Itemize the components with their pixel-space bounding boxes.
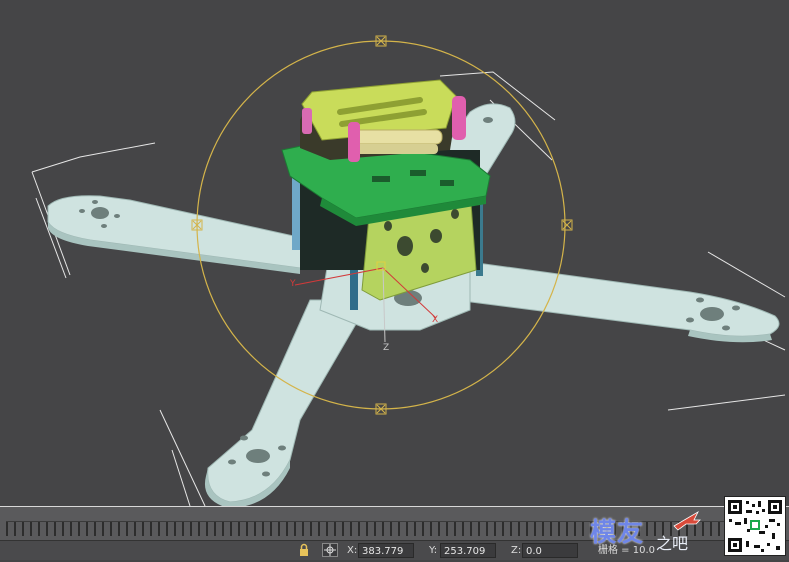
viewport-scene: Y X Z <box>31 35 786 506</box>
3d-viewport[interactable]: Y X Z <box>0 0 789 506</box>
qr-code <box>724 496 786 556</box>
y-coordinate-field[interactable]: 253.709 <box>440 543 496 558</box>
axis-y-label: Y <box>289 279 296 289</box>
z-coordinate-label: Z: <box>511 545 522 556</box>
watermark-text: 模友 <box>590 518 645 548</box>
watermark-logo: 模友 之吧 <box>586 508 706 556</box>
y-coordinate-label: Y: <box>429 545 438 556</box>
airplane-icon <box>673 510 701 531</box>
x-coordinate-label: X: <box>347 545 358 556</box>
lock-icon[interactable] <box>298 543 310 558</box>
flight-stack[interactable] <box>281 79 491 301</box>
absolute-mode-icon[interactable] <box>322 543 338 558</box>
axis-z-label: Z <box>383 343 389 353</box>
axis-x-label: X <box>432 315 438 325</box>
x-coordinate-field[interactable]: 383.779 <box>358 543 414 558</box>
z-coordinate-field[interactable]: 0.0 <box>522 543 578 558</box>
